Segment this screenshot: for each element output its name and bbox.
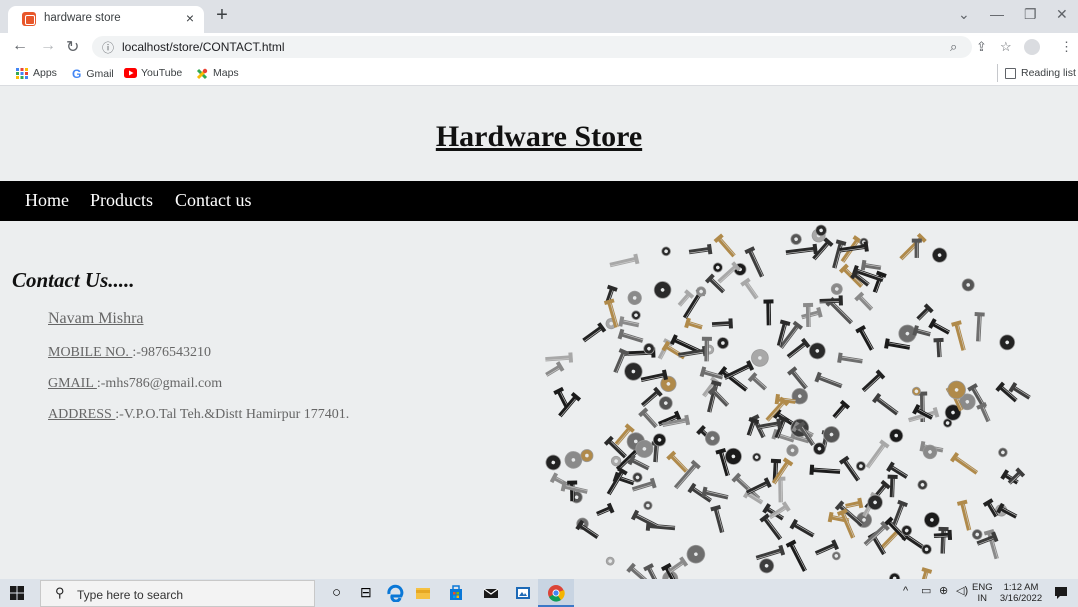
bookmark-apps[interactable]: Apps	[16, 67, 57, 79]
screws-background-image	[545, 224, 1031, 579]
contact-mobile: MOBILE NO. :-9876543210	[48, 345, 211, 361]
contact-gmail: GMAIL :-mhs786@gmail.com	[48, 376, 222, 392]
gmail-icon: G	[72, 67, 82, 81]
forward-icon[interactable]: →	[40, 37, 56, 55]
windows-taskbar: ⚲ Type here to search ○ ⊟ ^ ▭ ⊕ ◁) ENG I…	[0, 579, 1078, 607]
task-view-icon[interactable]: ⊟	[360, 584, 378, 602]
bookmarks-divider	[997, 64, 998, 82]
search-icon: ⚲	[55, 585, 65, 600]
battery-icon[interactable]: ▭	[921, 586, 931, 597]
clock-date: 3/16/2022	[999, 593, 1043, 604]
profile-avatar-icon[interactable]	[1024, 39, 1040, 55]
address-toolbar: ← → ↻ ⓘ localhost/store/CONTACT.html ⌕ ⇪…	[0, 33, 1078, 61]
taskbar-search[interactable]: ⚲ Type here to search	[40, 580, 315, 607]
nav-contact-link[interactable]: Contact us	[175, 190, 252, 211]
share-icon[interactable]: ⇪	[976, 39, 987, 55]
mobile-label[interactable]: MOBILE NO.	[48, 345, 132, 360]
clock[interactable]: 1:12 AM 3/16/2022	[996, 582, 1046, 604]
bookmark-gmail[interactable]: G Gmail	[72, 67, 114, 81]
bookmark-label: Maps	[213, 67, 239, 79]
site-info-icon[interactable]: ⓘ	[102, 39, 114, 56]
windows-start-icon[interactable]	[10, 586, 24, 600]
bookmark-label: Gmail	[86, 68, 114, 80]
bookmark-star-icon[interactable]: ☆	[1000, 39, 1012, 55]
bookmarks-bar: Apps G Gmail YouTube Maps Reading list	[0, 61, 1078, 86]
bookmark-maps[interactable]: Maps	[196, 67, 239, 79]
mail-icon[interactable]	[482, 584, 500, 602]
address-label[interactable]: ADDRESS	[48, 407, 115, 422]
lang-bottom: IN	[977, 593, 988, 604]
window-close-icon[interactable]: ✕	[1056, 6, 1068, 23]
tab-search-chevron-icon[interactable]: ⌄	[958, 6, 970, 23]
menu-kebab-icon[interactable]: ⋮	[1060, 39, 1073, 55]
address-value: :-V.P.O.Tal Teh.&Distt Hamirpur 177401.	[115, 407, 350, 422]
restore-icon[interactable]: ❐	[1024, 6, 1037, 23]
tab-title: hardware store	[44, 12, 121, 24]
volume-icon[interactable]: ◁)	[956, 586, 968, 597]
tray-chevron-icon[interactable]: ^	[903, 586, 908, 597]
bookmark-label: YouTube	[141, 67, 183, 79]
mobile-value: :-9876543210	[132, 345, 211, 360]
bookmark-label: Apps	[33, 67, 57, 79]
page-title: Hardware Store	[435, 120, 643, 153]
language-indicator[interactable]: ENG IN	[972, 582, 993, 604]
main-nav: Home Products Contact us	[0, 181, 1078, 221]
tab-close-icon[interactable]: ×	[186, 10, 194, 26]
reading-list-label: Reading list	[1021, 67, 1076, 79]
chrome-taskbar-button[interactable]	[538, 579, 574, 607]
contact-heading: Contact Us.....	[12, 268, 135, 292]
store-icon[interactable]	[447, 584, 465, 602]
maps-icon	[196, 68, 208, 79]
reload-icon[interactable]: ↻	[66, 37, 79, 57]
network-icon[interactable]: ⊕	[939, 586, 948, 597]
omnibox[interactable]: ⓘ localhost/store/CONTACT.html	[92, 36, 972, 58]
minimize-icon[interactable]: —	[990, 6, 1004, 22]
contact-name-link[interactable]: Navam Mishra	[48, 310, 144, 328]
browser-tab[interactable]: hardware store ×	[8, 6, 204, 33]
url-text[interactable]: localhost/store/CONTACT.html	[122, 40, 285, 54]
youtube-icon	[124, 67, 137, 79]
nav-products-link[interactable]: Products	[90, 190, 153, 211]
cortana-icon[interactable]: ○	[332, 584, 350, 602]
file-explorer-icon[interactable]	[414, 584, 432, 602]
chrome-icon	[548, 585, 565, 602]
reading-list-button[interactable]: Reading list	[1005, 67, 1076, 79]
bookmark-youtube[interactable]: YouTube	[124, 67, 182, 79]
nav-home-link[interactable]: Home	[25, 190, 69, 211]
back-icon[interactable]: ←	[12, 37, 28, 55]
site-favicon-icon	[22, 12, 36, 26]
search-placeholder: Type here to search	[77, 588, 184, 602]
reading-list-icon	[1005, 67, 1016, 79]
gmail-value: :-mhs786@gmail.com	[96, 376, 223, 391]
web-page: Hardware Store Home Products Contact us …	[0, 86, 1078, 579]
new-tab-button[interactable]: +	[210, 4, 234, 27]
photos-icon[interactable]	[514, 584, 532, 602]
gmail-label[interactable]: GMAIL	[48, 376, 97, 391]
zoom-icon[interactable]: ⌕	[950, 39, 957, 55]
notifications-icon[interactable]	[1052, 584, 1070, 602]
contact-address: ADDRESS :-V.P.O.Tal Teh.&Distt Hamirpur …	[48, 407, 349, 423]
edge-icon[interactable]	[386, 584, 404, 602]
tab-strip: hardware store × + ⌄ — ❐ ✕	[0, 0, 1078, 33]
clock-time: 1:12 AM	[1003, 582, 1039, 593]
lang-top: ENG	[972, 582, 993, 593]
apps-grid-icon	[16, 67, 28, 79]
